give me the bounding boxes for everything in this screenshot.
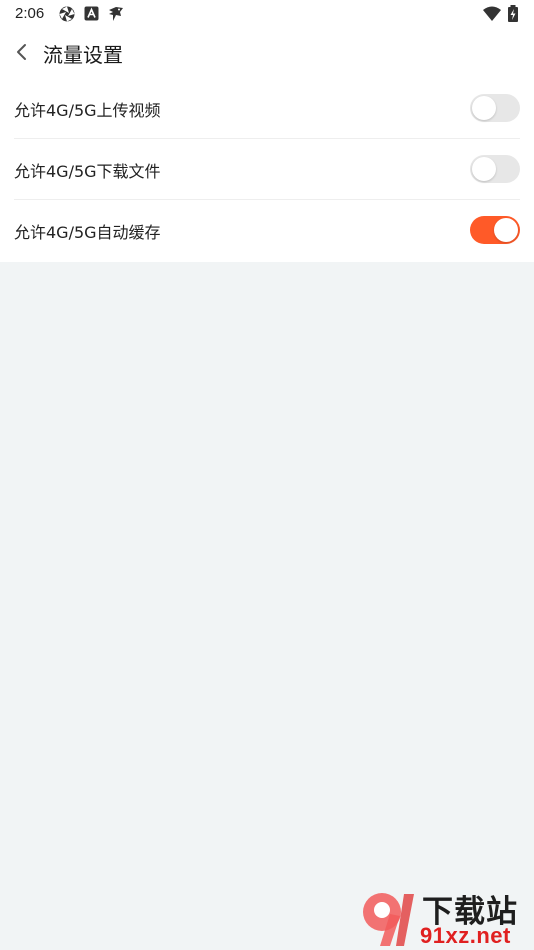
- toggle-knob: [494, 218, 518, 242]
- toggle-knob: [472, 157, 496, 181]
- watermark-url: 91xz.net: [420, 923, 511, 948]
- setting-label-download-file: 允许4G/5G下载文件: [14, 162, 161, 181]
- chevron-left-icon: [17, 44, 26, 60]
- toggle-knob: [472, 96, 496, 120]
- toggle-auto-cache[interactable]: [470, 216, 520, 244]
- battery-icon: [508, 5, 518, 22]
- header: 流量设置: [0, 28, 534, 78]
- watermark: 下载站 91xz.net: [360, 886, 532, 950]
- page-title: 流量设置: [43, 43, 123, 67]
- a-square-icon: [84, 6, 99, 21]
- watermark-logo: [363, 893, 414, 946]
- status-time: 2:06: [15, 5, 45, 22]
- setting-row-auto-cache: 允许4G/5G自动缓存: [0, 200, 534, 261]
- toggle-upload-video[interactable]: [470, 94, 520, 122]
- toggle-download-file[interactable]: [470, 155, 520, 183]
- setting-row-upload-video: 允许4G/5G上传视频: [0, 78, 534, 139]
- setting-label-upload-video: 允许4G/5G上传视频: [14, 101, 161, 120]
- bird-icon: [109, 7, 123, 21]
- aperture-icon: [59, 6, 75, 22]
- status-bar: 2:06: [0, 0, 534, 28]
- setting-row-download-file: 允许4G/5G下载文件: [0, 139, 534, 200]
- settings-list: 允许4G/5G上传视频 允许4G/5G下载文件 允许4G/5G自动缓存: [0, 78, 534, 262]
- wifi-icon: [483, 6, 501, 21]
- setting-label-auto-cache: 允许4G/5G自动缓存: [14, 223, 161, 242]
- back-button[interactable]: [9, 39, 35, 65]
